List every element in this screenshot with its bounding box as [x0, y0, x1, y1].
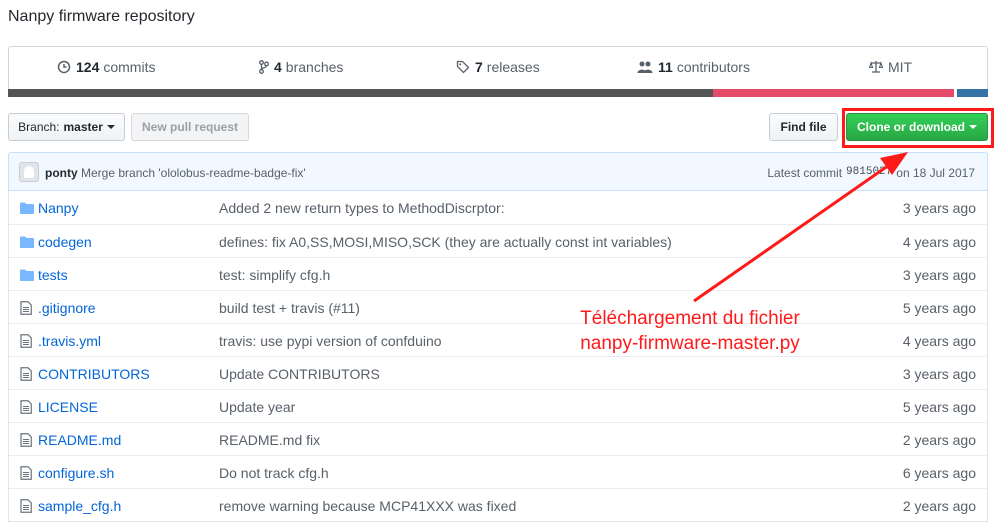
releases-count: 7	[475, 59, 483, 75]
table-row: codegen defines: fix A0,SS,MOSI,MISO,SCK …	[9, 224, 987, 257]
avatar[interactable]	[19, 162, 39, 182]
branches-label: branches	[285, 59, 344, 75]
file-name-link[interactable]: CONTRIBUTORS	[38, 366, 150, 382]
commit-message-link[interactable]: Update CONTRIBUTORS	[219, 366, 380, 382]
table-row: CONTRIBUTORS Update CONTRIBUTORS 3 years a…	[9, 356, 987, 389]
file-list: Nanpy Added 2 new return types to MethodD…	[8, 191, 988, 522]
commit-author[interactable]: ponty	[45, 166, 78, 180]
commit-age: 2 years ago	[902, 432, 976, 448]
file-name-link[interactable]: README.md	[38, 432, 121, 448]
file-name-link[interactable]: sample_cfg.h	[38, 498, 121, 514]
file-name-link[interactable]: codegen	[38, 234, 92, 250]
commit-age: 3 years ago	[902, 366, 976, 382]
commit-age: 5 years ago	[902, 399, 976, 415]
file-icon	[20, 466, 32, 483]
file-name-link[interactable]: LICENSE	[38, 399, 98, 415]
new-pull-request-button[interactable]: New pull request	[131, 113, 249, 141]
commit-age: 6 years ago	[902, 465, 976, 481]
branch-select-button[interactable]: Branch: master	[8, 113, 125, 141]
branch-label: Branch:	[18, 120, 60, 134]
language-bar[interactable]	[8, 89, 988, 97]
commit-meta: Latest commit 9815027 on 18 Jul 2017	[767, 166, 975, 180]
commit-message-link[interactable]: README.md fix	[219, 432, 320, 448]
find-file-button[interactable]: Find file	[769, 113, 838, 141]
table-row: tests test: simplify cfg.h 3 years ago	[9, 257, 987, 290]
commit-message-link[interactable]: travis: use pypi version of confduino	[219, 333, 442, 349]
folder-icon	[20, 235, 34, 251]
commit-sha[interactable]: 9815027	[846, 166, 892, 180]
file-icon	[20, 400, 32, 417]
branches-link[interactable]: 4 branches	[259, 59, 343, 75]
releases-label: releases	[486, 59, 540, 75]
contributors-label: contributors	[676, 59, 750, 75]
folder-icon	[20, 268, 34, 284]
commit-message-link[interactable]: remove warning because MCP41XXX was fixe…	[219, 498, 516, 514]
license-link[interactable]: MIT	[869, 59, 912, 75]
annotation-line-2: nanpy-firmware-master.py	[580, 333, 800, 354]
table-row: README.md README.md fix 2 years ago	[9, 422, 987, 455]
branch-value: master	[63, 120, 103, 134]
commit-age: 5 years ago	[902, 300, 976, 316]
commit-age: 3 years ago	[902, 267, 976, 283]
commit-message-link[interactable]: Do not track cfg.h	[219, 465, 329, 481]
history-icon	[57, 60, 71, 74]
chevron-down-icon	[106, 125, 115, 129]
releases-link[interactable]: 7 releases	[456, 59, 540, 75]
file-icon	[20, 334, 32, 351]
file-icon	[20, 433, 32, 450]
file-name-link[interactable]: Nanpy	[38, 200, 78, 216]
language-bar-segment	[713, 89, 954, 97]
table-row: sample_cfg.h remove warning because MCP41…	[9, 488, 987, 521]
file-icon	[20, 499, 32, 516]
latest-commit-bar: ponty Merge branch 'ololobus-readme-badg…	[8, 152, 988, 191]
table-row: .gitignore build test + travis (#11) 5 yea…	[9, 290, 987, 323]
annotation-line-1: Téléchargement du fichier	[580, 308, 800, 329]
file-name-link[interactable]: tests	[38, 267, 68, 283]
table-row: LICENSE Update year 5 years ago	[9, 389, 987, 422]
commit-message-link[interactable]: test: simplify cfg.h	[219, 267, 330, 283]
file-icon	[20, 301, 32, 318]
tag-icon	[456, 60, 470, 74]
folder-icon	[20, 201, 34, 217]
law-icon	[869, 61, 883, 73]
file-icon	[20, 367, 32, 384]
annotation-text: Téléchargement du fichier nanpy-firmware…	[560, 306, 820, 356]
people-icon	[637, 61, 653, 73]
commit-age: 3 years ago	[902, 200, 976, 216]
contributors-link[interactable]: 11 contributors	[637, 59, 750, 75]
table-row: .travis.yml travis: use pypi version of c…	[9, 323, 987, 356]
commit-date: on 18 Jul 2017	[896, 166, 975, 180]
commit-age: 2 years ago	[902, 498, 976, 514]
table-row: Nanpy Added 2 new return types to MethodD…	[9, 191, 987, 224]
file-name-link[interactable]: .travis.yml	[38, 333, 101, 349]
branch-icon	[259, 60, 269, 74]
language-bar-segment	[8, 89, 713, 97]
file-name-link[interactable]: configure.sh	[38, 465, 114, 481]
commits-link[interactable]: 124 commits	[57, 59, 155, 75]
repo-description: Nanpy firmware repository	[8, 8, 195, 25]
commit-message[interactable]: Merge branch 'ololobus-readme-badge-fix'	[81, 166, 306, 180]
license-label: MIT	[888, 59, 913, 75]
commit-message-link[interactable]: Update year	[219, 399, 295, 415]
contributors-count: 11	[658, 59, 673, 75]
branches-count: 4	[274, 59, 282, 75]
language-bar-segment	[957, 89, 988, 97]
commit-message-link[interactable]: build test + travis (#11)	[219, 300, 360, 316]
commits-count: 124	[76, 59, 100, 75]
commit-message-link[interactable]: defines: fix A0,SS,MOSI,MISO,SCK (they a…	[219, 234, 672, 250]
commit-message-link[interactable]: Added 2 new return types to MethodDiscrp…	[219, 200, 505, 216]
file-name-link[interactable]: .gitignore	[38, 300, 96, 316]
table-row: configure.sh Do not track cfg.h 6 years ag…	[9, 455, 987, 488]
commits-label: commits	[103, 59, 156, 75]
highlight-box	[842, 108, 994, 148]
commit-age: 4 years ago	[902, 333, 976, 349]
commit-age: 4 years ago	[902, 234, 976, 250]
latest-commit-label: Latest commit	[767, 166, 843, 180]
